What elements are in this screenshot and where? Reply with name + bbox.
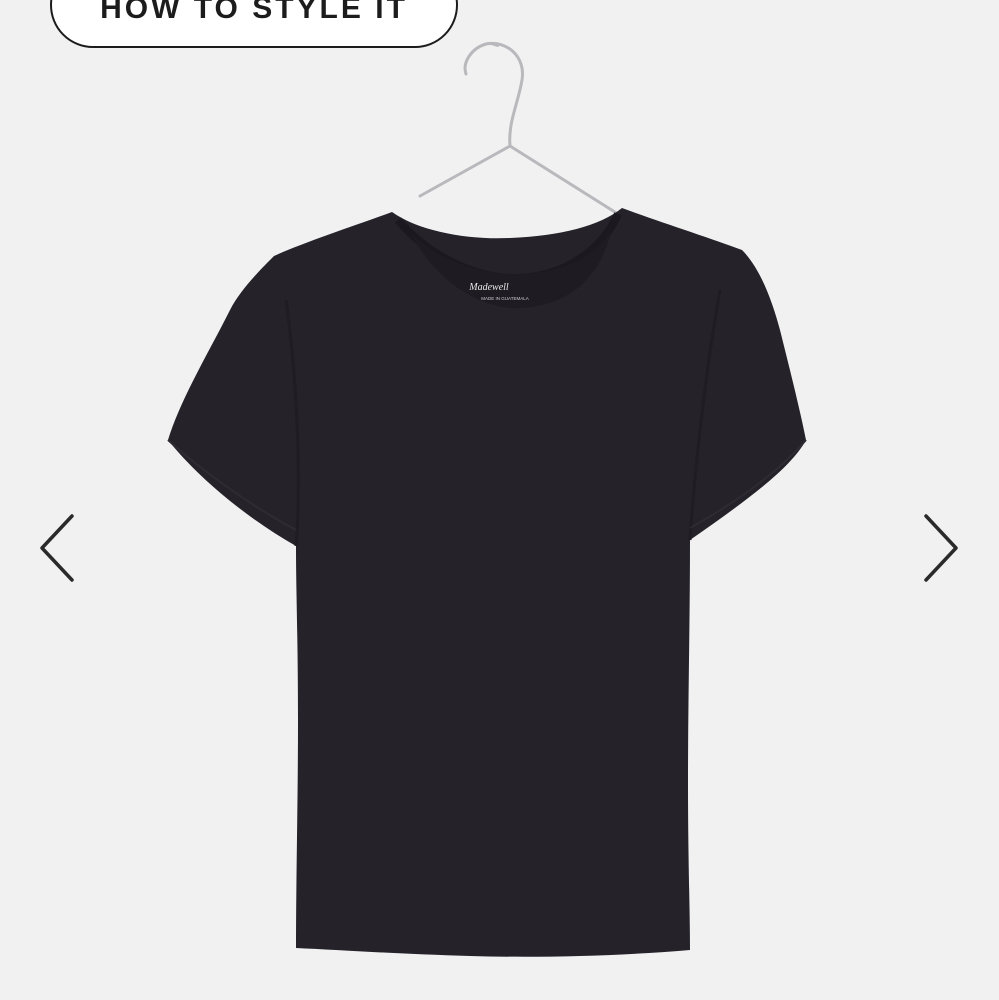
how-to-style-it-label: HOW TO STYLE IT [100, 0, 408, 25]
chevron-left-icon [40, 514, 74, 582]
chevron-right-icon [924, 514, 958, 582]
product-image-viewer: Madewell MADE IN GUATEMALA HOW TO STYLE … [0, 0, 999, 1000]
how-to-style-it-button[interactable]: HOW TO STYLE IT [50, 0, 458, 48]
previous-image-button[interactable] [36, 510, 80, 586]
product-image: Madewell MADE IN GUATEMALA [167, 41, 807, 957]
next-image-button[interactable] [918, 510, 962, 586]
brand-label-text: Madewell [468, 282, 509, 293]
hanger-icon [418, 41, 620, 216]
t-shirt [168, 208, 806, 957]
label-subtext: MADE IN GUATEMALA [481, 296, 528, 301]
